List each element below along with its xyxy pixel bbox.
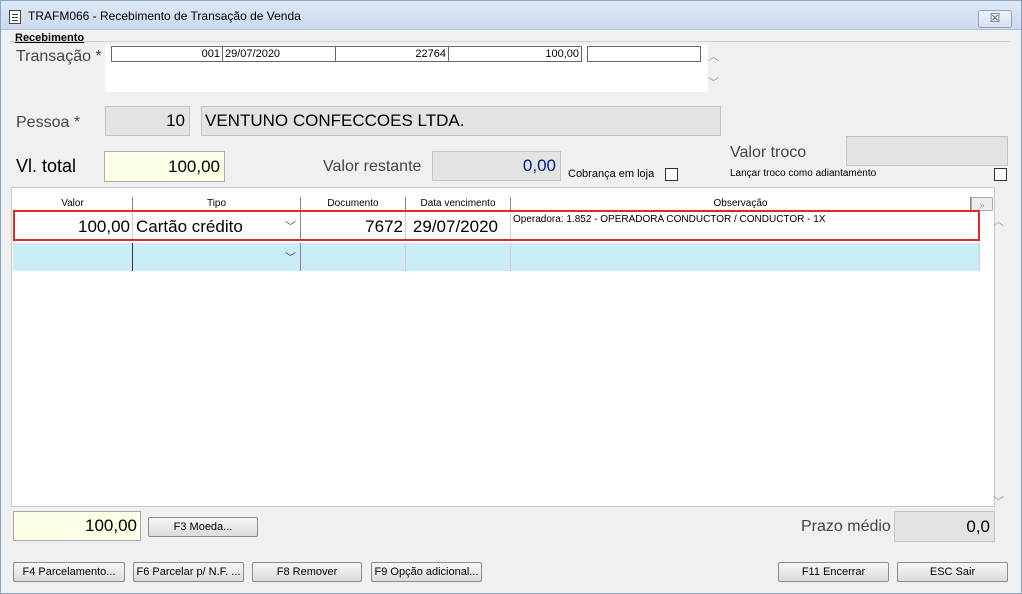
transacao-list[interactable]: 001 29/07/2020 22764 100,00 bbox=[105, 45, 708, 92]
opcao-adicional-button[interactable]: F9 Opção adicional... bbox=[371, 562, 482, 582]
footer-total-field: 100,00 bbox=[13, 511, 141, 541]
sair-button[interactable]: ESC Sair bbox=[897, 562, 1008, 582]
group-divider bbox=[10, 41, 1010, 42]
encerrar-button[interactable]: F11 Encerrar bbox=[778, 562, 889, 582]
transacao-data[interactable]: 29/07/2020 bbox=[222, 46, 336, 62]
cobranca-checkbox[interactable] bbox=[665, 168, 678, 181]
col-header-data[interactable]: Data vencimento bbox=[406, 197, 511, 211]
pessoa-name: VENTUNO CONFECCOES LTDA. bbox=[201, 106, 721, 136]
lancar-troco-label: Lançar troco como adiantamento bbox=[730, 168, 877, 179]
col-header-tipo[interactable]: Tipo bbox=[133, 197, 301, 211]
valor-restante-field: 0,00 bbox=[432, 151, 561, 181]
window-title: TRAFM066 - Recebimento de Transação de V… bbox=[28, 9, 301, 23]
transacao-extra[interactable] bbox=[587, 46, 701, 62]
table-row-valor[interactable]: 100,00 bbox=[15, 212, 133, 241]
valor-troco-label: Valor troco bbox=[730, 144, 807, 161]
scroll-up-icon[interactable]: ︿ bbox=[708, 48, 719, 64]
transacao-empresa[interactable]: 001 bbox=[111, 46, 223, 62]
column-options-icon[interactable]: » bbox=[971, 197, 993, 211]
new-row-tipo-select[interactable]: ﹀ bbox=[133, 243, 301, 271]
col-header-observacao[interactable]: Observação bbox=[511, 197, 971, 211]
grid-scroll-down-icon[interactable]: ﹀ bbox=[993, 493, 1004, 509]
col-header-valor[interactable]: Valor bbox=[13, 197, 133, 211]
window: TRAFM066 - Recebimento de Transação de V… bbox=[0, 0, 1022, 594]
table-row-tipo[interactable]: Cartão crédito ﹀ bbox=[133, 212, 301, 241]
col-header-documento[interactable]: Documento bbox=[301, 197, 406, 211]
new-row-data[interactable] bbox=[406, 243, 511, 271]
chevron-down-icon[interactable]: ﹀ bbox=[285, 218, 296, 234]
moeda-button[interactable]: F3 Moeda... bbox=[148, 517, 258, 537]
group-legend: Recebimento bbox=[15, 32, 85, 44]
pessoa-code: 10 bbox=[105, 106, 190, 136]
cobranca-label: Cobrança em loja bbox=[568, 168, 655, 180]
vl-total-label: Vl. total bbox=[16, 156, 77, 176]
new-row-observacao[interactable] bbox=[511, 243, 980, 271]
table-row-data[interactable]: 29/07/2020 bbox=[406, 212, 511, 241]
transacao-label: Transação * bbox=[16, 48, 102, 65]
parcelamento-button[interactable]: F4 Parcelamento... bbox=[13, 562, 125, 582]
scroll-down-icon[interactable]: ﹀ bbox=[708, 74, 719, 90]
document-icon bbox=[9, 10, 21, 24]
valor-restante-label: Valor restante bbox=[323, 158, 422, 175]
remover-button[interactable]: F8 Remover bbox=[252, 562, 362, 582]
tipo-value: Cartão crédito bbox=[136, 217, 243, 236]
prazo-medio-field: 0,0 bbox=[894, 511, 995, 542]
pessoa-label: Pessoa * bbox=[16, 114, 81, 131]
chevron-down-icon[interactable]: ﹀ bbox=[285, 249, 296, 265]
valor-troco-field bbox=[846, 136, 1008, 166]
transacao-numero[interactable]: 22764 bbox=[335, 46, 449, 62]
grid-scroll-up-icon[interactable]: ︿ bbox=[993, 213, 1004, 229]
close-button[interactable]: ☒ bbox=[978, 10, 1012, 28]
table-row-observacao[interactable]: Operadora: 1.852 - OPERADORA CONDUCTOR /… bbox=[511, 212, 979, 241]
lancar-troco-checkbox[interactable] bbox=[994, 168, 1007, 181]
table-row-documento[interactable]: 7672 bbox=[301, 212, 406, 241]
prazo-medio-label: Prazo médio bbox=[801, 518, 891, 535]
transacao-valor[interactable]: 100,00 bbox=[448, 46, 582, 62]
title-bar: TRAFM066 - Recebimento de Transação de V… bbox=[1, 1, 1021, 30]
vl-total-field[interactable]: 100,00 bbox=[104, 151, 225, 182]
new-row-valor-input[interactable] bbox=[13, 243, 133, 271]
new-row-documento[interactable] bbox=[301, 243, 406, 271]
parcelar-nf-button[interactable]: F6 Parcelar p/ N.F. ... bbox=[133, 562, 244, 582]
